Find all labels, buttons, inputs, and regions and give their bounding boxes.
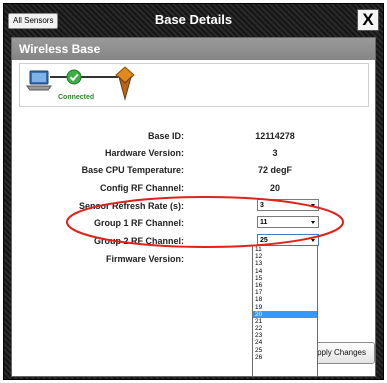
group2-rf-dropdown-list[interactable]: 11 12 13 14 15 16 17 18 19 20 21 22 23 24 25 26	[252, 245, 318, 377]
content-panel: Wireless Base Connected Base ID: 1211427…	[11, 37, 376, 377]
dropdown-option[interactable]: 23	[253, 332, 317, 339]
refresh-rate-label: Sensor Refresh Rate (s):	[78, 201, 184, 211]
dropdown-option[interactable]: 25	[253, 347, 317, 354]
title-bar: All Sensors Base Details X	[4, 4, 383, 34]
cpu-temp-value: 72 degF	[257, 165, 292, 175]
dropdown-option[interactable]: 21	[253, 318, 317, 325]
dropdown-option[interactable]: 12	[253, 253, 317, 260]
dropdown-option[interactable]: 13	[253, 260, 317, 267]
base-id-row: Base ID: 12114278	[12, 128, 377, 144]
close-button[interactable]: X	[357, 9, 379, 31]
group2-rf-row: Group 2 RF Channel: 25	[12, 233, 377, 249]
refresh-rate-row: Sensor Refresh Rate (s): 3	[12, 198, 377, 214]
dialog-frame: All Sensors Base Details X Wireless Base…	[3, 3, 384, 380]
connection-line	[50, 76, 118, 78]
config-rf-label: Config RF Channel:	[100, 183, 184, 193]
dropdown-option[interactable]: 24	[253, 339, 317, 346]
dropdown-option[interactable]: 19	[253, 304, 317, 311]
section-header: Wireless Base	[12, 38, 375, 60]
base-id-label: Base ID:	[147, 131, 184, 141]
config-rf-value: 20	[269, 183, 280, 193]
dialog-title: Base Details	[154, 12, 233, 27]
dropdown-option[interactable]: 15	[253, 275, 317, 282]
dropdown-option[interactable]: 18	[253, 296, 317, 303]
dropdown-option[interactable]: 22	[253, 325, 317, 332]
hardware-version-label: Hardware Version:	[104, 148, 184, 158]
dropdown-arrow-icon	[311, 239, 315, 242]
group2-rf-label: Group 2 RF Channel:	[94, 236, 184, 246]
dropdown-arrow-icon	[311, 221, 315, 224]
base-station-icon	[115, 66, 135, 101]
dropdown-option[interactable]: 26	[253, 354, 317, 361]
group1-rf-selected: 11	[260, 219, 268, 226]
firmware-row: Firmware Version:	[12, 251, 377, 267]
firmware-label: Firmware Version:	[105, 254, 184, 264]
hardware-version-row: Hardware Version: 3	[12, 145, 377, 161]
cpu-temp-row: Base CPU Temperature: 72 degF	[12, 162, 377, 178]
dropdown-option[interactable]: 20	[253, 310, 317, 318]
group1-rf-label: Group 1 RF Channel:	[94, 218, 184, 228]
config-rf-row: Config RF Channel: 20	[12, 180, 377, 196]
group2-rf-selected: 25	[260, 237, 268, 244]
group1-rf-row: Group 1 RF Channel: 11	[12, 215, 377, 231]
dropdown-option[interactable]: 14	[253, 268, 317, 275]
refresh-rate-selected: 3	[260, 202, 264, 209]
status-label: Connected	[58, 94, 95, 101]
refresh-rate-select[interactable]: 3	[257, 199, 319, 211]
dropdown-option[interactable]: 16	[253, 282, 317, 289]
cpu-temp-label: Base CPU Temperature:	[81, 165, 184, 175]
dropdown-option[interactable]: 11	[253, 246, 317, 253]
dropdown-option[interactable]: 17	[253, 289, 317, 296]
laptop-icon	[26, 70, 52, 91]
hardware-version-value: 3	[272, 148, 278, 158]
dropdown-arrow-icon	[311, 204, 315, 207]
connection-status: Connected	[19, 63, 369, 107]
base-id-value: 12114278	[255, 131, 295, 141]
close-icon: X	[362, 10, 374, 29]
check-icon	[66, 69, 82, 85]
group1-rf-select[interactable]: 11	[257, 216, 319, 228]
